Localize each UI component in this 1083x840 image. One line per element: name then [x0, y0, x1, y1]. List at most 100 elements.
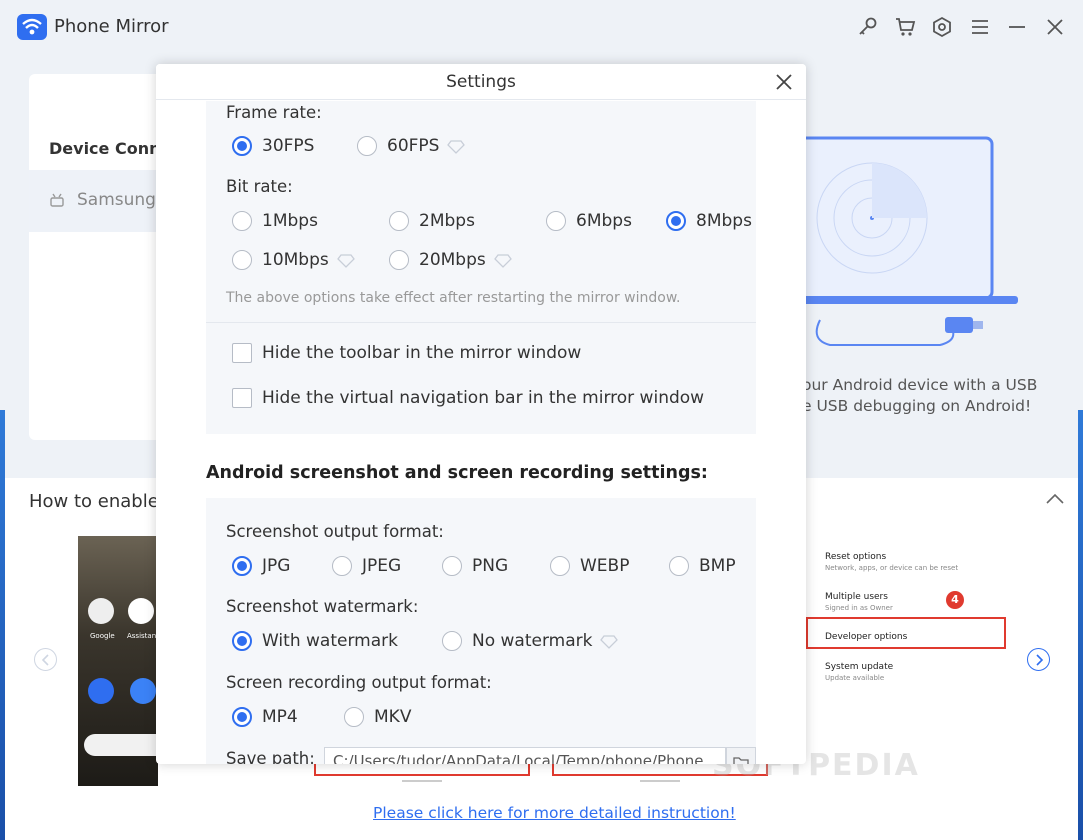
- menu-icon[interactable]: [969, 16, 991, 38]
- hide-navbar-checkbox[interactable]: Hide the virtual navigation bar in the m…: [232, 388, 704, 408]
- radio-png[interactable]: PNG: [442, 556, 508, 576]
- usb-instruction-text: our Android device with a USB e USB debu…: [802, 375, 1037, 417]
- radio-mkv[interactable]: MKV: [344, 707, 411, 727]
- radio-button[interactable]: [389, 211, 409, 231]
- radio-20mbps[interactable]: 20Mbps: [389, 250, 512, 270]
- settings-dialog: Settings Frame rate: 30FPS 60FPS Bit rat…: [156, 64, 806, 764]
- hide-navbar-label: Hide the virtual navigation bar in the m…: [262, 388, 705, 408]
- radio-60fps[interactable]: 60FPS: [357, 136, 466, 156]
- key-icon[interactable]: [857, 16, 879, 38]
- radio-button[interactable]: [669, 556, 689, 576]
- assistant-icon: [128, 598, 154, 624]
- settings-gear-icon[interactable]: [931, 16, 953, 38]
- next-slide-button[interactable]: [1027, 648, 1050, 671]
- radio-button[interactable]: [232, 707, 252, 727]
- android-icon: [49, 192, 65, 208]
- radio-no-watermark[interactable]: No watermark: [442, 631, 619, 651]
- device-name: Samsung: [77, 190, 156, 210]
- radio-1mbps-label: 1Mbps: [262, 211, 318, 231]
- radio-jpg[interactable]: JPG: [232, 556, 290, 576]
- radio-20mbps-label: 20Mbps: [419, 250, 486, 270]
- dialog-close-icon[interactable]: [774, 72, 794, 92]
- title-bar: Phone Mirror: [0, 0, 1083, 56]
- radio-webp[interactable]: WEBP: [550, 556, 629, 576]
- premium-diamond-icon: [493, 253, 512, 268]
- checkbox[interactable]: [232, 388, 252, 408]
- divider-b: [640, 780, 680, 782]
- ss-reset-sub: Network, apps, or device can be reset: [825, 564, 959, 572]
- radio-button[interactable]: [442, 631, 462, 651]
- browse-folder-button[interactable]: [726, 747, 756, 764]
- step-badge: 4: [946, 591, 964, 609]
- radio-bmp[interactable]: BMP: [669, 556, 736, 576]
- cart-icon[interactable]: [894, 16, 916, 38]
- radio-30fps-label: 30FPS: [262, 136, 315, 156]
- dialog-header: Settings: [156, 64, 806, 100]
- device-panel: [29, 74, 169, 440]
- dialog-title: Settings: [446, 72, 516, 92]
- radio-button[interactable]: [232, 211, 252, 231]
- radio-no-watermark-label: No watermark: [472, 631, 593, 651]
- app-logo-icon: [17, 14, 47, 40]
- radio-jpg-label: JPG: [262, 556, 291, 576]
- radio-mkv-label: MKV: [374, 707, 412, 727]
- radio-button[interactable]: [232, 250, 252, 270]
- radio-6mbps[interactable]: 6Mbps: [546, 211, 632, 231]
- radio-button[interactable]: [442, 556, 462, 576]
- radio-10mbps-label: 10Mbps: [262, 250, 329, 270]
- google-photos-icon: [88, 598, 114, 624]
- radio-with-watermark[interactable]: With watermark: [232, 631, 398, 651]
- ss-multi-sub: Signed in as Owner: [825, 604, 893, 612]
- radio-button[interactable]: [232, 556, 252, 576]
- ss-reset: Reset options: [825, 552, 887, 562]
- previous-slide-button[interactable]: [34, 648, 57, 671]
- app-caption-google: Google: [90, 632, 115, 640]
- radio-button[interactable]: [232, 136, 252, 156]
- radio-6mbps-label: 6Mbps: [576, 211, 632, 231]
- premium-diamond-icon: [600, 634, 619, 649]
- checkbox[interactable]: [232, 343, 252, 363]
- dialog-body: Frame rate: 30FPS 60FPS Bit rate: 1Mbps …: [156, 101, 806, 764]
- minimize-icon[interactable]: [1006, 16, 1028, 38]
- radio-jpeg[interactable]: JPEG: [332, 556, 401, 576]
- hide-toolbar-checkbox[interactable]: Hide the toolbar in the mirror window: [232, 343, 581, 363]
- radio-30fps[interactable]: 30FPS: [232, 136, 314, 156]
- bit-rate-label: Bit rate:: [226, 177, 293, 196]
- premium-diamond-icon: [447, 139, 466, 154]
- radio-button[interactable]: [666, 211, 686, 231]
- phone-screenshot: Google Assistan: [78, 536, 158, 786]
- radio-button[interactable]: [389, 250, 409, 270]
- desktop-edge-left: [0, 410, 5, 840]
- radio-1mbps[interactable]: 1Mbps: [232, 211, 318, 231]
- radio-button[interactable]: [232, 631, 252, 651]
- radio-2mbps[interactable]: 2Mbps: [389, 211, 475, 231]
- chevron-up-icon[interactable]: [1045, 491, 1065, 507]
- radio-png-label: PNG: [472, 556, 509, 576]
- ss-sys-sub: Update available: [825, 674, 885, 682]
- radio-8mbps[interactable]: 8Mbps: [666, 211, 752, 231]
- radio-button[interactable]: [344, 707, 364, 727]
- messages-app-icon: [130, 678, 156, 704]
- radio-10mbps[interactable]: 10Mbps: [232, 250, 355, 270]
- radio-button[interactable]: [332, 556, 352, 576]
- radio-mp4[interactable]: MP4: [232, 707, 298, 727]
- premium-diamond-icon: [336, 253, 355, 268]
- save-path-input[interactable]: C:/Users/tudor/AppData/Local/Temp/phone/…: [324, 747, 726, 764]
- device-connection-title: Device Conne: [49, 139, 172, 158]
- restart-note: The above options take effect after rest…: [226, 290, 681, 306]
- radio-button[interactable]: [550, 556, 570, 576]
- detailed-instruction-link[interactable]: Please click here for more detailed inst…: [373, 804, 736, 822]
- divider-a: [402, 780, 442, 782]
- radio-button[interactable]: [357, 136, 377, 156]
- radio-webp-label: WEBP: [580, 556, 630, 576]
- radio-bmp-label: BMP: [699, 556, 736, 576]
- app-caption-assistant: Assistan: [127, 632, 157, 640]
- folder-icon: [733, 757, 749, 764]
- radio-with-watermark-label: With watermark: [262, 631, 398, 651]
- close-icon[interactable]: [1044, 16, 1066, 38]
- radio-button[interactable]: [546, 211, 566, 231]
- laptop-usb-illustration: [780, 130, 1030, 364]
- android-settings-screenshot: Reset options Network, apps, or device c…: [800, 536, 1020, 696]
- search-bar-graphic: [84, 734, 158, 756]
- mirror-toggles-box: [206, 323, 756, 434]
